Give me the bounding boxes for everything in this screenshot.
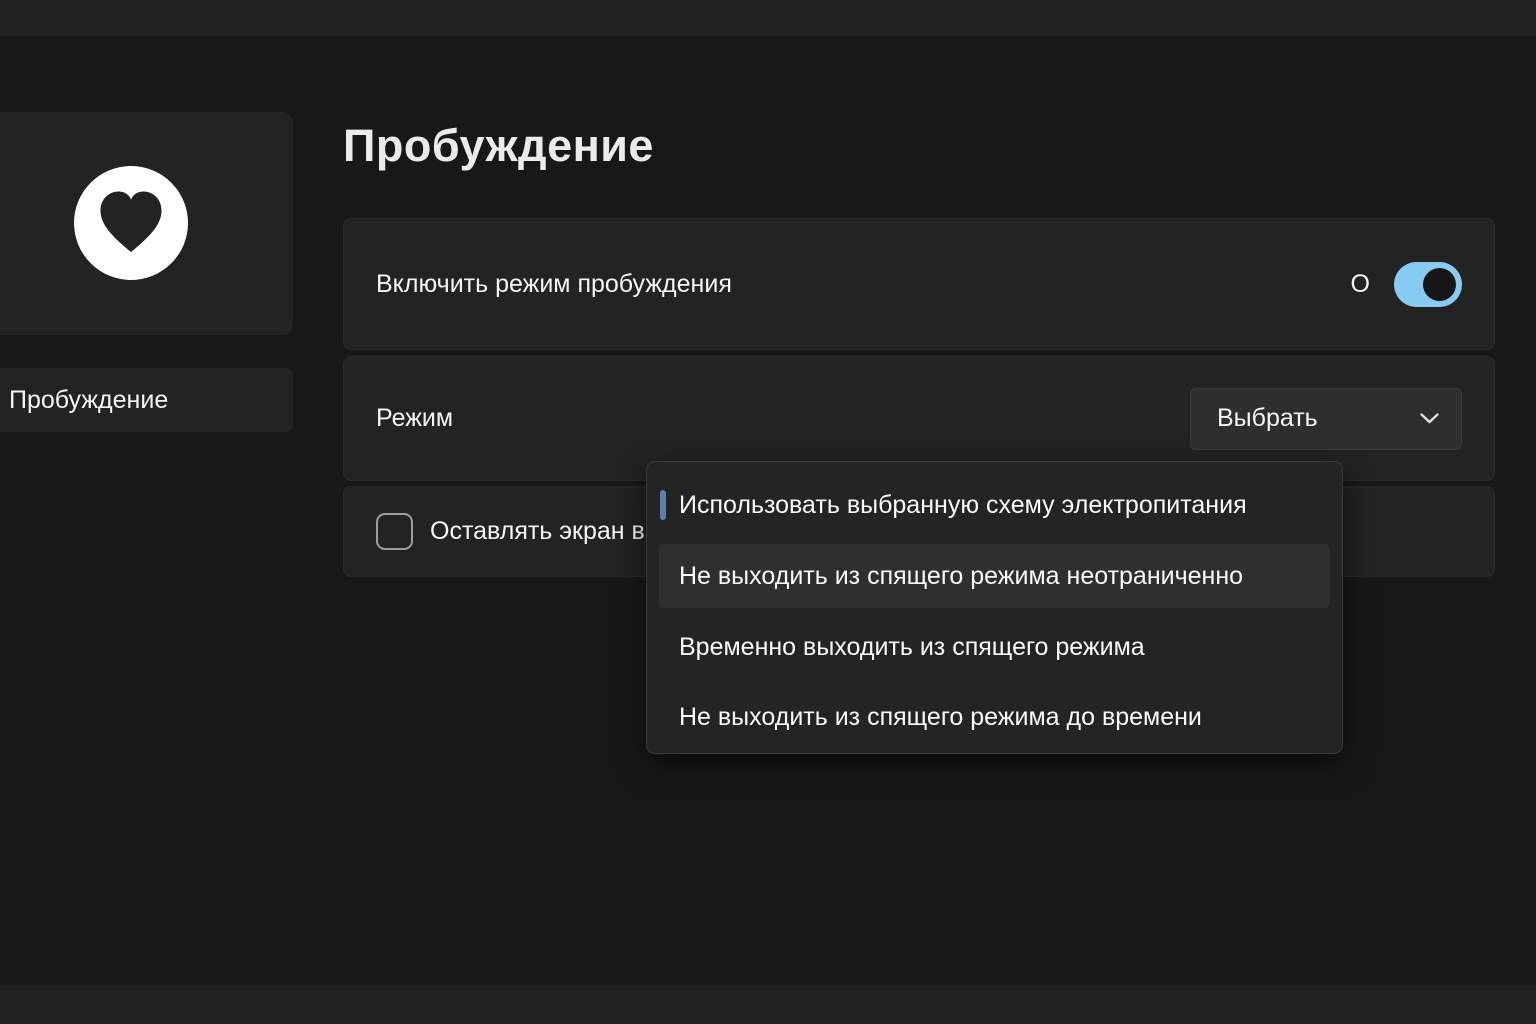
wake-mode-toggle-row: Включить режим пробуждения О (343, 218, 1495, 350)
heart-icon (74, 166, 188, 280)
menu-item-label: Временно выходить из спящего режима (679, 633, 1145, 662)
sidebar-item-label: Пробуждение (9, 386, 168, 415)
menu-item-stay-awake-unlimited[interactable]: Не выходить из спящего режима неотраниче… (659, 544, 1330, 608)
page-title: Пробуждение (343, 120, 654, 172)
menu-item-label: Использовать выбранную схему электропита… (679, 491, 1247, 520)
sidebar-item-wake[interactable]: Пробуждение (0, 368, 293, 432)
mode-select-button[interactable]: Выбрать (1190, 388, 1462, 450)
wake-mode-toggle[interactable] (1394, 262, 1462, 307)
mode-select-label: Выбрать (1217, 404, 1318, 433)
menu-item-use-power-scheme[interactable]: Использовать выбранную схему электропита… (659, 479, 1330, 531)
keep-screen-checkbox[interactable] (376, 513, 413, 550)
menu-item-temporarily-wake[interactable]: Временно выходить из спящего режима (659, 616, 1330, 678)
mode-dropdown-menu: Использовать выбранную схему электропита… (646, 461, 1343, 754)
sidebar-hero-card (0, 112, 293, 335)
top-frame-band (0, 0, 1536, 36)
keep-screen-label: Оставлять экран в (430, 517, 645, 546)
settings-window: Пробуждение Пробуждение Включить режим п… (0, 36, 1536, 985)
menu-item-label: Не выходить из спящего режима до времени (679, 703, 1202, 732)
toggle-knob (1423, 268, 1456, 301)
bottom-frame-band (0, 985, 1536, 1024)
screen: Пробуждение Пробуждение Включить режим п… (0, 0, 1536, 1024)
toggle-row-label: Включить режим пробуждения (376, 270, 732, 299)
mode-row-label: Режим (376, 404, 453, 433)
menu-item-label: Не выходить из спящего режима неотраниче… (679, 562, 1243, 591)
toggle-state-label: О (1351, 270, 1370, 299)
menu-item-stay-awake-until-time[interactable]: Не выходить из спящего режима до времени (659, 686, 1330, 748)
selected-indicator-pill (660, 490, 666, 520)
chevron-down-icon (1420, 413, 1439, 424)
